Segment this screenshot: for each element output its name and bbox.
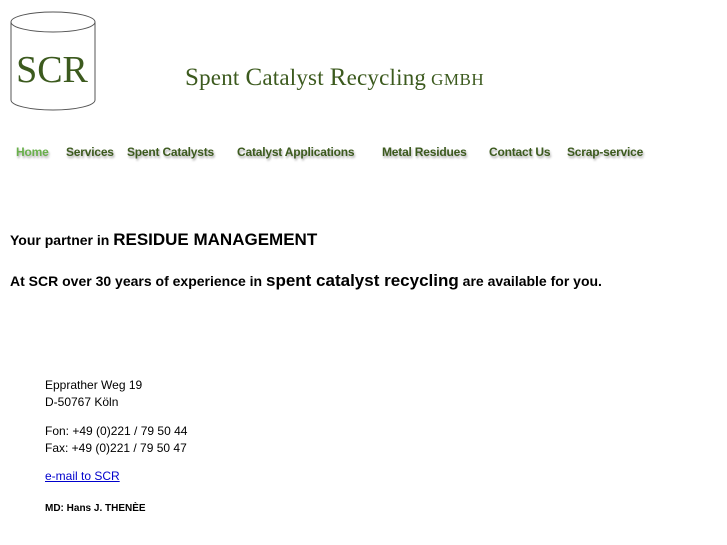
email-link[interactable]: e-mail to SCR bbox=[45, 469, 120, 483]
managing-director: MD: Hans J. THENÈE bbox=[45, 503, 146, 514]
company-name-r: R bbox=[329, 64, 347, 91]
company-name-c: C bbox=[245, 64, 263, 91]
nav-metal-residues[interactable]: Metal Residues bbox=[382, 145, 467, 159]
page: SCR Spent Catalyst Recycling GMBH Home Se… bbox=[0, 0, 727, 545]
company-name: Spent Catalyst Recycling GMBH bbox=[185, 64, 484, 92]
address-block: Epprather Weg 19 D-50767 Köln bbox=[45, 377, 142, 411]
company-name-s: S bbox=[185, 64, 200, 91]
main-nav: Home Services Spent Catalysts Catalyst A… bbox=[0, 145, 727, 165]
nav-spent-catalysts[interactable]: Spent Catalysts bbox=[127, 145, 214, 159]
address-street: Epprather Weg 19 bbox=[45, 378, 143, 392]
company-name-atalyst: atalyst bbox=[262, 65, 330, 90]
nav-home[interactable]: Home bbox=[16, 145, 49, 159]
intro-suffix: are available for you. bbox=[458, 273, 602, 289]
company-name-ecycling: ecycling bbox=[346, 65, 427, 90]
nav-catalyst-applications[interactable]: Catalyst Applications bbox=[237, 145, 355, 159]
scr-logo[interactable]: SCR bbox=[9, 10, 97, 112]
company-name-suffix: GMBH bbox=[431, 70, 485, 89]
tagline: Your partner in RESIDUE MANAGEMENT bbox=[10, 230, 317, 250]
phone-number: Fon: +49 (0)221 / 79 50 44 bbox=[45, 424, 188, 438]
nav-services[interactable]: Services bbox=[66, 145, 114, 159]
intro-emphasis: spent catalyst recycling bbox=[266, 271, 459, 290]
logo-text: SCR bbox=[16, 49, 88, 91]
fax-number: Fax: +49 (0)221 / 79 50 47 bbox=[45, 441, 187, 455]
intro-text: At SCR over 30 years of experience in sp… bbox=[10, 271, 602, 291]
nav-scrap-service[interactable]: Scrap-service bbox=[567, 145, 643, 159]
nav-contact-us[interactable]: Contact Us bbox=[489, 145, 551, 159]
tagline-emphasis: RESIDUE MANAGEMENT bbox=[113, 230, 318, 249]
intro-prefix: At SCR over 30 years of experience in bbox=[10, 273, 266, 289]
tagline-prefix: Your partner in bbox=[10, 232, 114, 248]
phone-block: Fon: +49 (0)221 / 79 50 44 Fax: +49 (0)2… bbox=[45, 423, 187, 457]
company-name-pent: pent bbox=[199, 65, 246, 90]
address-city: D-50767 Köln bbox=[45, 395, 119, 409]
